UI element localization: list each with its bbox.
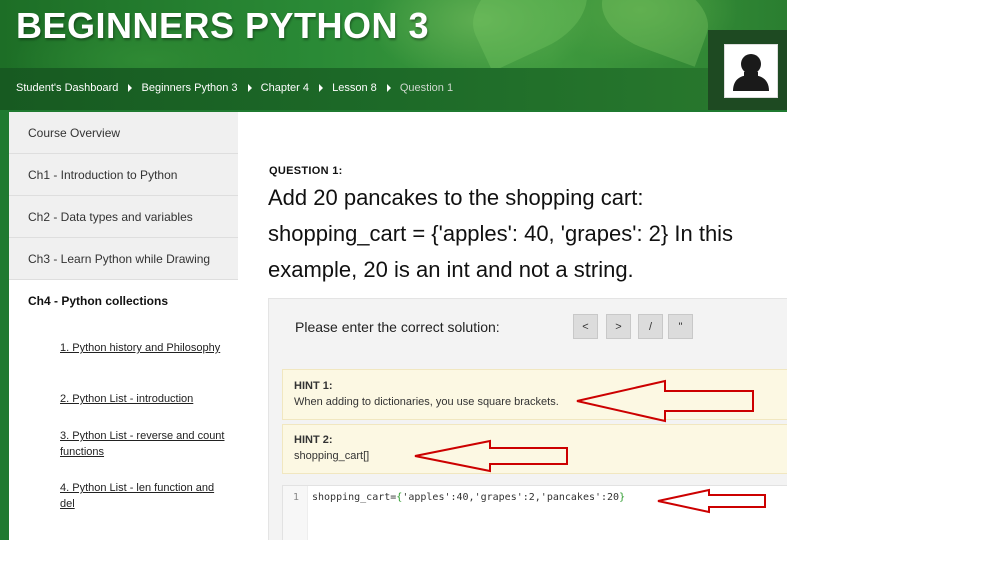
annotation-arrow-code [657,488,766,514]
annotation-arrows [414,379,766,514]
annotation-arrow-hint-2 [414,439,568,473]
annotation-arrow-hint-1 [576,379,754,423]
app-viewport: BEGINNERS PYTHON 3 Student's Dashboard B… [0,0,787,540]
